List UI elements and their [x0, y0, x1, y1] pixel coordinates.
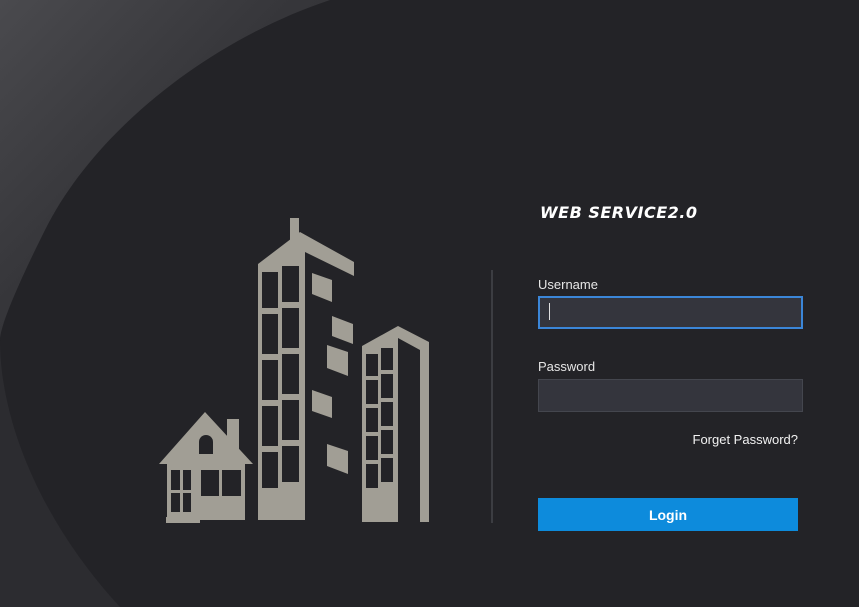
- app-title: WEB SERVICE2.0: [540, 203, 698, 222]
- buildings-illustration: [159, 218, 429, 523]
- login-button[interactable]: Login: [538, 498, 798, 531]
- username-label: Username: [538, 277, 598, 292]
- login-page: WEB SERVICE2.0 Username Password Forget …: [0, 0, 859, 607]
- password-label: Password: [538, 359, 596, 374]
- vertical-divider: [491, 270, 493, 523]
- username-input[interactable]: [538, 296, 803, 329]
- text-caret: [549, 303, 550, 320]
- password-input[interactable]: [538, 379, 803, 412]
- forget-password-link[interactable]: Forget Password?: [693, 432, 799, 447]
